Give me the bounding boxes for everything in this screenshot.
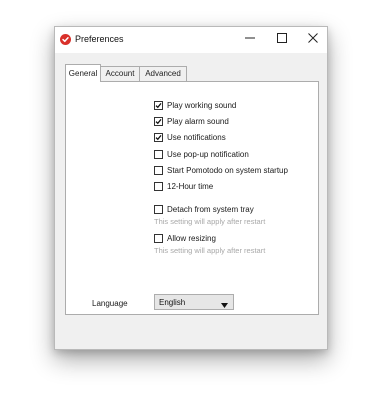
- option-label: Detach from system tray: [167, 205, 254, 214]
- language-value: English: [159, 298, 186, 307]
- tab-account[interactable]: Account: [100, 66, 140, 81]
- restart-hint: This setting will apply after restart: [154, 246, 266, 255]
- checkbox-unchecked[interactable]: [154, 205, 163, 214]
- checkbox-unchecked[interactable]: [154, 166, 163, 175]
- tab-advanced[interactable]: Advanced: [139, 66, 187, 81]
- close-button[interactable]: [298, 27, 328, 51]
- option-label: Allow resizing: [167, 234, 216, 243]
- window-title: Preferences: [75, 34, 124, 44]
- close-icon: [308, 33, 318, 45]
- language-dropdown[interactable]: English: [154, 294, 234, 310]
- preferences-window: Preferences General Account Advanced Pla…: [54, 26, 328, 350]
- checkbox-unchecked[interactable]: [154, 150, 163, 159]
- checkbox-checked[interactable]: [154, 101, 163, 110]
- restart-hint: This setting will apply after restart: [154, 217, 266, 226]
- option-label: Use pop-up notification: [167, 150, 249, 159]
- option-label: Play alarm sound: [167, 117, 229, 126]
- option-label: 12-Hour time: [167, 182, 214, 191]
- minimize-icon: [245, 33, 255, 45]
- maximize-icon: [277, 33, 287, 45]
- checkbox-unchecked[interactable]: [154, 234, 163, 243]
- title-bar[interactable]: Preferences: [55, 27, 327, 53]
- checkbox-checked[interactable]: [154, 117, 163, 126]
- option-label: Start Pomotodo on system startup: [167, 166, 288, 175]
- language-label: Language: [92, 299, 128, 308]
- chevron-down-icon: [221, 300, 228, 310]
- minimize-button[interactable]: [235, 27, 265, 51]
- pomodoro-check-icon: [60, 34, 71, 45]
- option-label: Play working sound: [167, 101, 237, 110]
- general-panel: Play working sound Play alarm sound Use …: [65, 81, 319, 315]
- maximize-button[interactable]: [267, 27, 297, 51]
- tab-general[interactable]: General: [65, 64, 101, 82]
- option-label: Use notifications: [167, 133, 226, 142]
- checkbox-unchecked[interactable]: [154, 182, 163, 191]
- checkbox-checked[interactable]: [154, 133, 163, 142]
